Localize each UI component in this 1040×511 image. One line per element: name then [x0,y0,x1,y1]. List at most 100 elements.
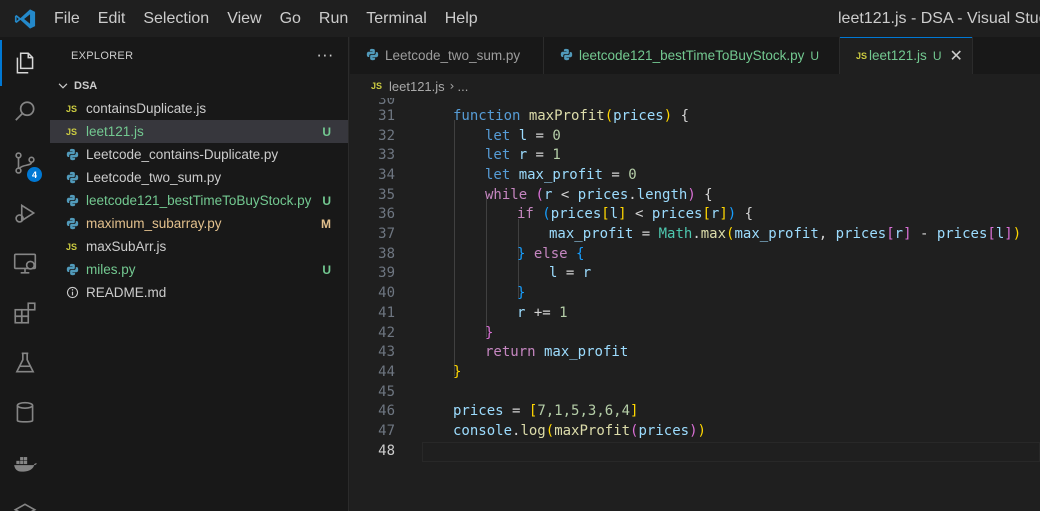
menu-view[interactable]: View [218,0,270,37]
folder-dsa[interactable]: DSA [50,75,348,97]
code-token: { [576,245,585,262]
menu-go[interactable]: Go [271,0,310,37]
file-list: JS containsDuplicate.js JS leet121.js U Leetc… [50,97,348,304]
code-line: 44} [350,362,1040,382]
code-text: } else { [517,246,584,262]
menu-terminal[interactable]: Terminal [357,0,435,37]
breadcrumb-file[interactable]: leet121.js [389,79,445,94]
code-text: prices = [7,1,5,3,6,4] [453,403,638,419]
menu-bar: File Edit Selection View Go Run Terminal… [50,0,487,37]
code-text: r += 1 [517,305,568,321]
code-editor[interactable]: 30 31 function maxProfit(prices) {32 let l =… [350,98,1040,511]
file-item[interactable]: leetcode121_bestTimeToBuyStock.py U [50,189,348,212]
menu-run[interactable]: Run [310,0,357,37]
python-file-icon [366,46,379,65]
file-item[interactable]: JS containsDuplicate.js [50,97,348,120]
code-token: ) [687,186,696,203]
tab-leet121-active[interactable]: JS leet121.js U ✕ [840,37,973,74]
menu-file[interactable]: File [50,0,89,37]
code-text: console.log(maxProfit(prices)) [453,423,706,439]
code-token: = [527,147,553,164]
chevron-right-icon: › [449,79,455,93]
tab-status: U [932,48,942,63]
line-number: 36 [378,206,395,223]
line-number: 42 [378,324,395,341]
code-token: . [628,186,637,203]
line-number: 44 [378,363,395,380]
explorer-header: EXPLORER ··· [50,37,348,74]
extensions-icon[interactable] [0,290,50,336]
more-actions-icon[interactable]: ··· [317,47,334,65]
file-item[interactable]: JS leet121.js U [50,120,348,143]
code-line: 46 prices = [7,1,5,3,6,4] [350,402,1040,422]
remote-explorer-icon[interactable] [0,240,50,286]
source-control-icon[interactable]: 4 [0,140,50,186]
code-line: 34 let max_profit = 0 [350,165,1040,185]
code-token: return [485,344,536,361]
tab-label: leetcode121_bestTimeToBuyStock.py [579,48,805,63]
breadcrumb: JS leet121.js › ... [350,74,1040,98]
code-token: ] [618,206,627,223]
js-file-icon: JS [856,50,868,61]
code-token: max_profit [518,166,603,183]
line-number: 37 [378,226,395,243]
file-name: containsDuplicate.js [86,101,207,116]
menu-help[interactable]: Help [436,0,487,37]
file-item[interactable]: README.md [50,281,348,304]
python-file-icon [66,148,82,161]
code-token: ) [663,107,673,124]
file-item[interactable]: maximum_subarray.py M [50,212,348,235]
code-token: l [518,127,528,144]
file-name: maxSubArr.js [86,239,167,254]
line-number: 48 [378,442,395,459]
file-item[interactable]: JS maxSubArr.js [50,235,348,258]
code-token: = [527,127,553,144]
code-token: r [518,147,528,164]
line-number: 47 [378,423,395,440]
code-token: 1 [552,147,561,164]
file-item[interactable]: Leetcode_contains-Duplicate.py [50,143,348,166]
tab-leetcode121[interactable]: leetcode121_bestTimeToBuyStock.py U [544,37,840,74]
code-token: l [609,206,619,223]
file-item[interactable]: miles.py U [50,258,348,281]
code-token: prices [613,107,664,124]
line-number: 46 [378,403,395,420]
code-token: ( [535,186,544,203]
file-item[interactable]: Leetcode_two_sum.py [50,166,348,189]
search-icon[interactable] [0,89,50,135]
line-number: 39 [378,265,395,282]
code-token: } [485,324,494,341]
run-debug-icon[interactable] [0,190,50,236]
breadcrumb-symbols[interactable]: ... [457,79,468,94]
stack-icon[interactable] [0,490,50,511]
code-line: 47 console.log(maxProfit(prices)) [350,421,1040,441]
code-text: return max_profit [485,344,628,360]
close-icon[interactable]: ✕ [949,46,962,65]
line-number: 35 [378,186,395,203]
code-text: let l = 0 [485,128,561,144]
code-token: - [911,226,937,243]
explorer-icon[interactable] [0,40,50,86]
code-token: [ [886,226,895,243]
tab-label: Leetcode_two_sum.py [385,48,521,63]
source-control-badge: 4 [27,167,42,182]
code-token: < [552,186,578,203]
code-token: ] [1004,226,1013,243]
code-line: 37 max_profit = Math.max(max_profit, pric… [350,224,1040,244]
code-token: ] [903,226,912,243]
code-line: 33 let r = 1 [350,145,1040,165]
docker-icon[interactable] [0,440,50,486]
menu-selection[interactable]: Selection [134,0,218,37]
testing-icon[interactable] [0,340,50,386]
code-token: function [453,107,521,124]
database-icon[interactable] [0,390,50,436]
bracket: ) [689,423,698,440]
line-number: 33 [378,147,395,164]
code-token: maxProfit [528,107,605,124]
title-bar: File Edit Selection View Go Run Terminal… [0,0,1040,37]
line-number: 45 [378,383,395,400]
code-token: 0 [628,166,637,183]
tab-leetcode-two-sum[interactable]: Leetcode_two_sum.py [350,37,544,74]
code-token: [ [702,206,711,223]
menu-edit[interactable]: Edit [89,0,135,37]
